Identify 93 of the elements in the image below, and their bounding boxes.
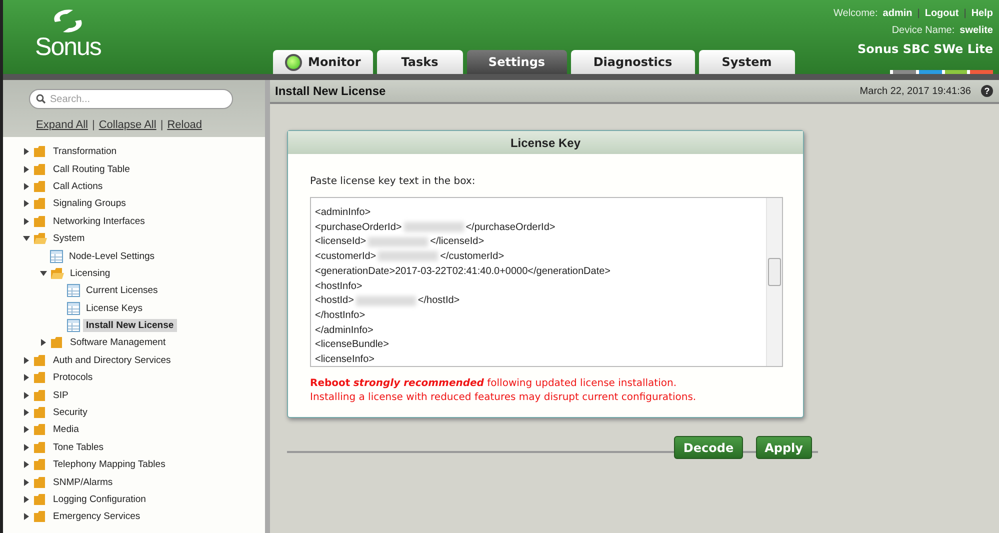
open-folder-icon — [33, 232, 47, 246]
tree-item[interactable]: Emergency Services — [50, 510, 144, 524]
nav-tab[interactable]: System — [698, 50, 795, 74]
folder-icon — [33, 493, 47, 506]
separator: | — [917, 8, 920, 19]
search-icon — [36, 94, 46, 104]
separator: | — [160, 119, 164, 131]
collapsed-arrow-icon[interactable] — [23, 200, 30, 208]
instruction-text: Paste license key text in the box: — [310, 176, 476, 187]
brand-name: Sonus — [35, 34, 101, 60]
tree-item[interactable]: System — [50, 232, 88, 246]
tree-item[interactable]: Node-Level Settings — [66, 250, 158, 263]
collapsed-arrow-icon[interactable] — [23, 409, 30, 416]
tree-item[interactable]: Signaling Groups — [50, 197, 129, 210]
device-name: swelite — [960, 25, 993, 36]
tree-item[interactable]: Security — [50, 406, 90, 420]
folder-icon — [33, 354, 47, 367]
collapsed-arrow-icon[interactable] — [23, 478, 30, 486]
tree-item[interactable]: Media — [50, 423, 82, 436]
action-button[interactable]: Apply — [756, 436, 812, 459]
device-label: Device Name: — [892, 25, 955, 36]
tree-item[interactable]: SIP — [50, 388, 72, 402]
action-button[interactable]: Decode — [674, 436, 743, 459]
table-page-icon — [50, 250, 63, 263]
separator: | — [964, 8, 966, 19]
folder-icon — [33, 371, 47, 384]
tree-item[interactable]: Protocols — [50, 371, 96, 384]
tree-item[interactable]: License Keys — [83, 302, 146, 315]
table-page-icon — [67, 319, 80, 332]
collapsed-arrow-icon[interactable] — [23, 166, 30, 173]
separator: | — [92, 119, 95, 131]
collapsed-arrow-icon[interactable] — [23, 374, 30, 382]
table-page-icon — [67, 302, 80, 315]
expanded-arrow-icon[interactable] — [23, 235, 30, 242]
folder-icon — [33, 180, 47, 193]
collapsed-arrow-icon[interactable] — [23, 356, 30, 364]
collapsed-arrow-icon[interactable] — [23, 392, 30, 399]
collapsed-arrow-icon[interactable] — [23, 513, 30, 520]
folder-icon — [33, 197, 47, 210]
warning-text: Reboot strongly recommended following updated license installation. — [310, 377, 678, 391]
tree-item[interactable]: Call Actions — [50, 180, 106, 193]
header-link[interactable]: Help — [971, 8, 993, 19]
folder-icon — [33, 406, 47, 420]
tree-item[interactable]: Software Management — [67, 336, 169, 350]
tree-link[interactable]: Reload — [167, 119, 202, 131]
panel-title: License Key — [288, 131, 803, 154]
tree-item[interactable]: Current Licenses — [83, 284, 161, 298]
warning-note: Installing a license with reduced features may disrupt current configurations. — [310, 391, 698, 405]
tree-link[interactable]: Expand All — [36, 119, 88, 131]
user-name: admin — [882, 8, 912, 19]
tree-item[interactable]: Licensing — [67, 266, 114, 280]
search-field[interactable]: Search... — [29, 89, 233, 109]
nav-tab[interactable]: Monitor — [273, 50, 373, 74]
folder-icon — [33, 440, 47, 454]
help-button[interactable]: ? — [981, 85, 993, 97]
tree-item[interactable]: SNMP/Alarms — [50, 476, 116, 489]
nav-tab[interactable]: Tasks — [376, 50, 463, 74]
tree-item[interactable]: Transformation — [50, 145, 120, 158]
collapsed-arrow-icon[interactable] — [23, 496, 30, 503]
tree-item[interactable]: Install New License — [83, 319, 177, 332]
folder-icon — [33, 162, 47, 176]
tree-item[interactable]: Networking Interfaces — [50, 214, 148, 228]
nav-tab[interactable]: Settings — [466, 50, 567, 74]
folder-icon — [33, 214, 47, 228]
timestamp: March 22, 2017 19:41:36 — [860, 86, 971, 96]
folder-icon — [33, 145, 47, 158]
folder-icon — [33, 510, 47, 524]
collapsed-arrow-icon[interactable] — [23, 461, 30, 468]
open-folder-icon — [50, 266, 64, 280]
folder-icon — [33, 388, 47, 402]
header-link[interactable]: Logout — [924, 8, 959, 19]
page-title: Install New License — [275, 84, 386, 98]
collapsed-arrow-icon[interactable] — [23, 218, 30, 225]
folder-icon — [33, 476, 47, 489]
collapsed-arrow-icon[interactable] — [23, 444, 30, 451]
collapsed-arrow-icon[interactable] — [23, 426, 30, 434]
collapsed-arrow-icon[interactable] — [40, 339, 47, 346]
tree-link[interactable]: Collapse All — [98, 119, 156, 131]
nav-tab[interactable]: Diagnostics — [570, 50, 695, 74]
expanded-arrow-icon[interactable] — [40, 270, 47, 277]
tree-item[interactable]: Logging Configuration — [50, 493, 149, 506]
folder-icon — [33, 423, 47, 436]
collapsed-arrow-icon[interactable] — [23, 148, 30, 156]
product-name: Sonus SBC SWe Lite — [858, 42, 993, 56]
collapsed-arrow-icon[interactable] — [23, 182, 30, 190]
tree-item[interactable]: Tone Tables — [50, 440, 107, 454]
tree-item[interactable]: Telephony Mapping Tables — [50, 458, 168, 472]
folder-icon — [50, 336, 64, 350]
tree-item[interactable]: Call Routing Table — [50, 162, 133, 176]
table-page-icon — [67, 284, 80, 298]
folder-icon — [33, 458, 47, 472]
tree-item[interactable]: Auth and Directory Services — [50, 354, 174, 367]
welcome-label: Welcome: — [834, 8, 878, 19]
